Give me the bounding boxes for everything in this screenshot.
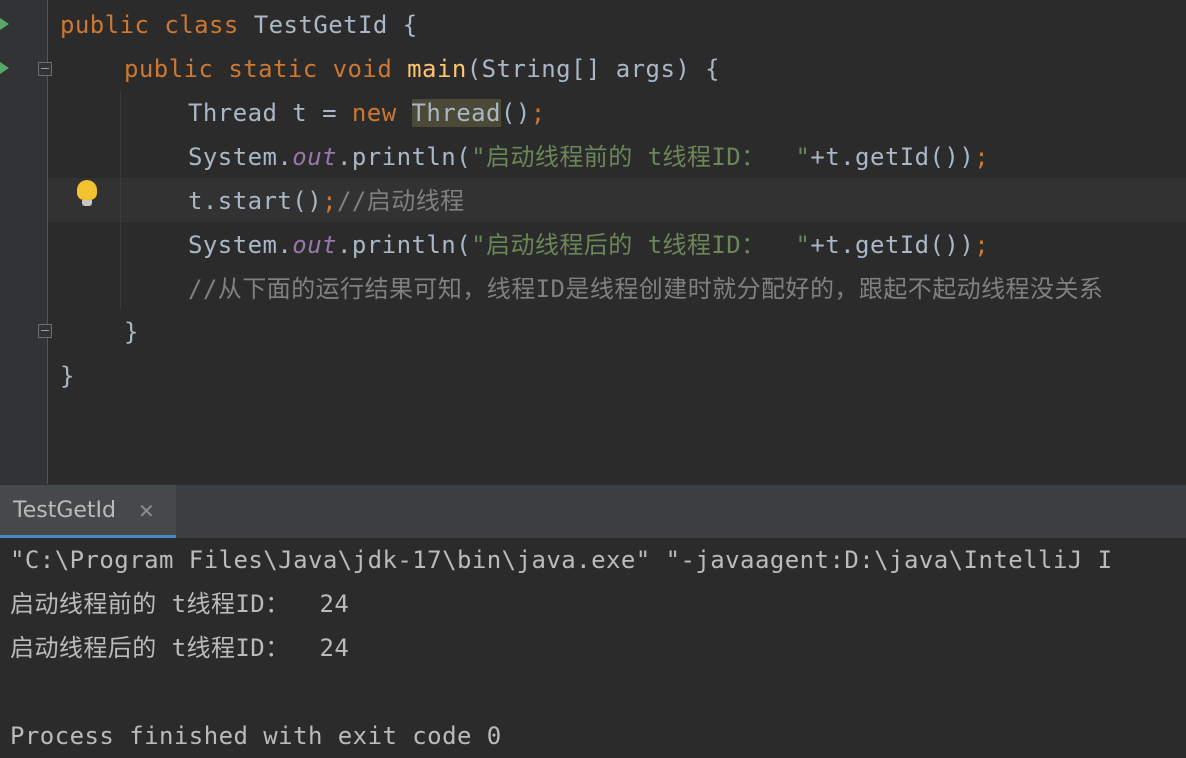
code-editor[interactable]: public class TestGetId { public static v… [0,0,1186,484]
semicolon: ; [974,231,990,259]
code-text: +t.getId()) [810,231,975,259]
code-line-6[interactable]: System.out.println("启动线程后的 t线程ID： "+t.ge… [188,223,989,267]
fold-icon[interactable] [38,62,52,76]
comment: //从下面的运行结果可知，线程ID是线程创建时就分配好的，跟起不起动线程没关系 [188,275,1104,303]
code-text: System. [188,143,293,171]
code-text: Thread t = [188,99,352,127]
code-text: +t.getId()) [810,143,975,171]
indent-guide [120,92,121,308]
comment: //启动线程 [337,187,465,215]
method-name: main [407,55,467,83]
closing-brace: } [60,362,75,390]
semicolon: ; [530,99,546,127]
code-line-2[interactable]: public static void main(String[] args) { [124,47,720,91]
fold-end-icon[interactable] [38,324,52,338]
code-line-9[interactable]: } [60,354,75,398]
static-field: out [292,231,337,259]
code-line-1[interactable]: public class TestGetId { [60,3,418,47]
code-line-8[interactable]: } [124,310,139,354]
code-line-3[interactable]: Thread t = new Thread(); [188,91,546,135]
keyword: public [60,11,150,39]
code-text: .println( [337,231,472,259]
string-literal: "启动线程后的 t线程ID： " [471,231,811,259]
class-name: TestGetId [253,11,388,39]
lightbulb-icon[interactable] [77,180,97,206]
keyword: public [124,55,214,83]
keyword: static [228,55,318,83]
code-text: .println( [337,143,472,171]
console-line: 启动线程前的 t线程ID： 24 [10,590,350,618]
code-text: t.start() [188,187,323,215]
semicolon: ; [974,143,990,171]
params: (String[] args) { [466,55,721,83]
tab-testgetid[interactable]: TestGetId ✕ [0,485,176,539]
code-line-5[interactable]: t.start();//启动线程 [188,179,465,223]
console-line: 启动线程后的 t线程ID： 24 [10,634,350,662]
run-console[interactable]: "C:\Program Files\Java\jdk-17\bin\java.e… [0,538,1186,758]
static-field: out [292,143,337,171]
keyword: class [164,11,239,39]
code-text: () [500,99,531,127]
console-line: "C:\Program Files\Java\jdk-17\bin\java.e… [10,546,1113,574]
string-literal: "启动线程前的 t线程ID： " [471,143,811,171]
code-line-7[interactable]: //从下面的运行结果可知，线程ID是线程创建时就分配好的，跟起不起动线程没关系 [188,267,1103,311]
keyword: new [351,99,397,127]
code-text: System. [188,231,293,259]
tab-label: TestGetId [13,498,116,523]
run-class-icon[interactable] [0,18,9,30]
editor-gutter [0,0,52,484]
closing-brace: } [124,318,139,346]
brace: { [387,11,418,39]
run-main-icon[interactable] [0,62,9,74]
highlighted-identifier: Thread [411,99,501,127]
code-line-4[interactable]: System.out.println("启动线程前的 t线程ID： "+t.ge… [188,135,989,179]
run-tool-window-tabbar: TestGetId ✕ [0,484,1186,539]
close-icon[interactable]: ✕ [138,499,155,523]
semicolon: ; [322,187,337,215]
keyword: void [332,55,393,83]
console-line: Process finished with exit code 0 [10,722,502,750]
